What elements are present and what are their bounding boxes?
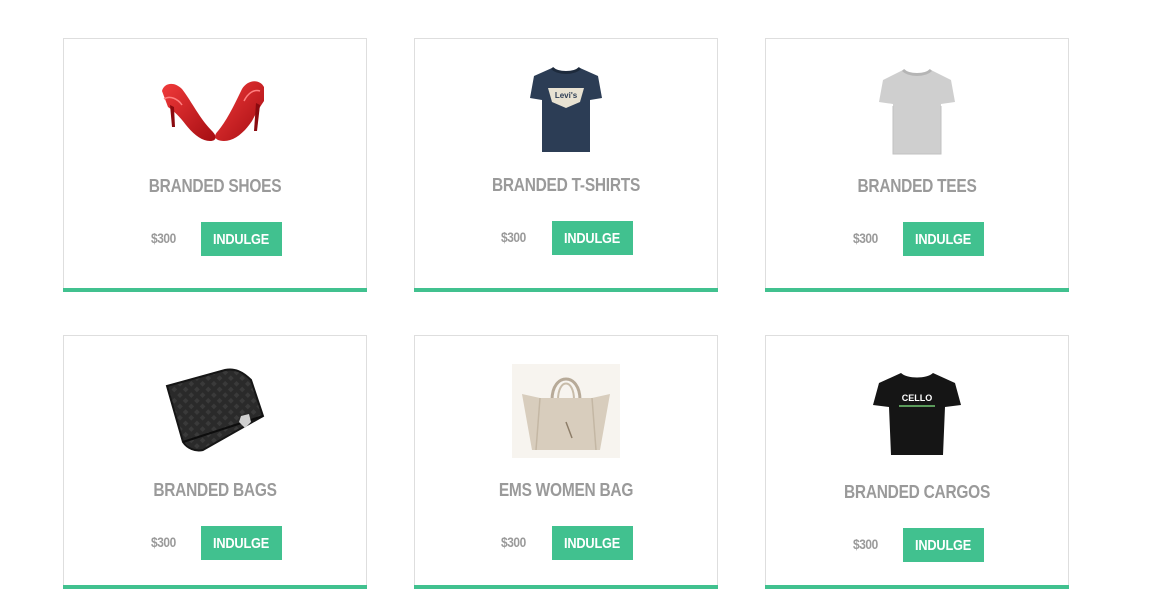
product-image[interactable] — [766, 65, 1068, 159]
product-card-tees: BRANDED TEES $300 INDULGE — [765, 38, 1069, 292]
product-price: $300 — [853, 230, 878, 246]
product-image[interactable] — [64, 65, 366, 159]
product-title: BRANDED CARGOS — [843, 482, 991, 502]
indulge-button[interactable]: INDULGE — [201, 222, 282, 256]
product-title: BRANDED T-SHIRTS — [491, 175, 641, 195]
product-title: BRANDED BAGS — [153, 480, 277, 500]
product-title: EMS WOMEN BAG — [498, 480, 634, 500]
indulge-button[interactable]: INDULGE — [552, 221, 633, 255]
indulge-button[interactable]: INDULGE — [903, 528, 984, 562]
product-price: $300 — [501, 534, 526, 550]
grey-tshirt-icon — [879, 68, 955, 155]
product-image[interactable] — [64, 364, 366, 458]
navy-tshirt-icon: Levi's — [530, 66, 602, 152]
product-title: BRANDED TEES — [857, 176, 977, 196]
product-card-women-bag: EMS WOMEN BAG $300 INDULGE — [414, 335, 718, 589]
product-card-cargos: CELLO BRANDED CARGOS $300 INDULGE — [765, 335, 1069, 589]
product-card-shoes: BRANDED SHOES $300 INDULGE — [63, 38, 367, 292]
indulge-button[interactable]: INDULGE — [903, 222, 984, 256]
product-title: BRANDED SHOES — [148, 176, 282, 196]
levis-logo: Levi's — [555, 91, 578, 100]
product-price: $300 — [853, 536, 878, 552]
black-cello-tshirt-icon: CELLO — [873, 373, 961, 455]
product-price: $300 — [501, 229, 526, 245]
indulge-button[interactable]: INDULGE — [201, 526, 282, 560]
product-price: $300 — [151, 534, 176, 550]
product-image[interactable] — [415, 364, 717, 458]
cello-logo: CELLO — [902, 393, 933, 403]
black-wallet-icon — [165, 368, 265, 452]
red-high-heels-icon — [162, 81, 264, 141]
product-card-bags: BRANDED BAGS $300 INDULGE — [63, 335, 367, 589]
product-card-tshirts: Levi's BRANDED T-SHIRTS $300 INDULGE — [414, 38, 718, 292]
beige-handbag-icon — [512, 364, 620, 458]
product-image[interactable]: CELLO — [766, 366, 1068, 460]
indulge-button[interactable]: INDULGE — [552, 526, 633, 560]
product-image[interactable]: Levi's — [415, 63, 717, 157]
product-price: $300 — [151, 230, 176, 246]
